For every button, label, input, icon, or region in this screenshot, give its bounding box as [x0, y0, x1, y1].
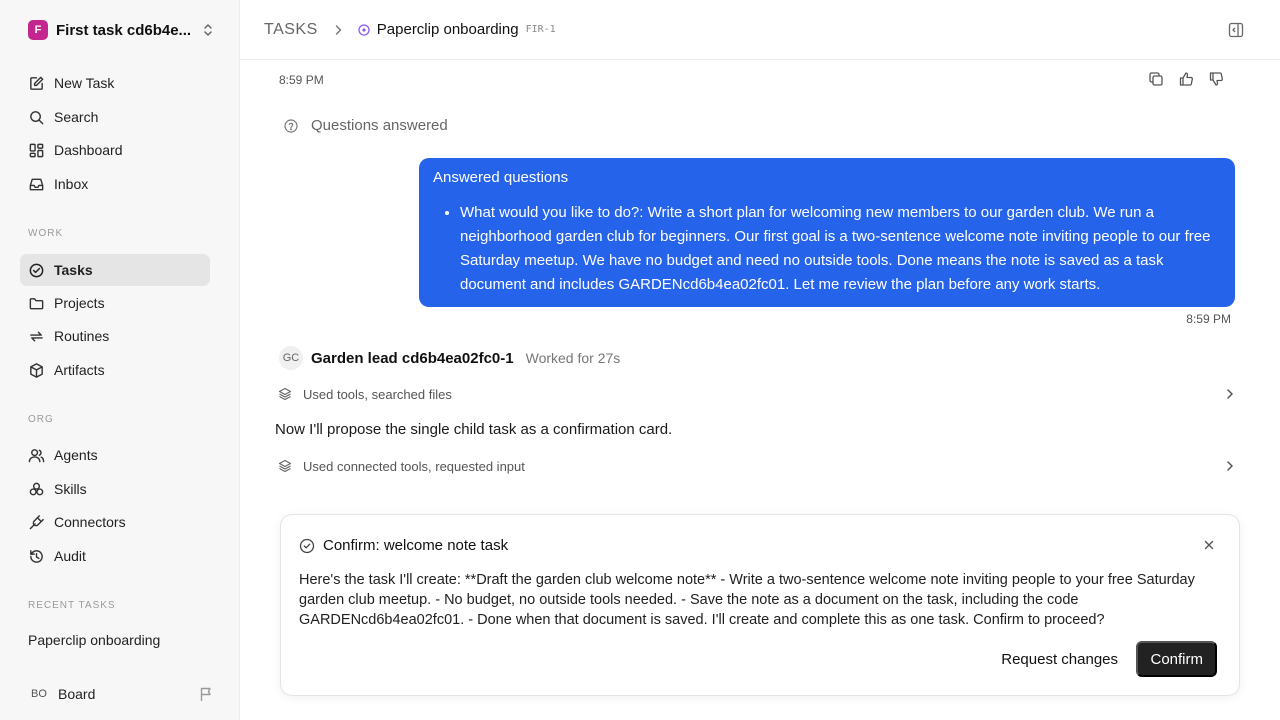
check-circle-icon	[299, 538, 315, 553]
nav-label: Routines	[54, 328, 110, 344]
agent-message: Now I'll propose the single child task a…	[275, 421, 673, 438]
confirmation-card: Confirm: welcome note task Here's the ta…	[280, 514, 1240, 696]
section-label-recent: RECENT TASKS	[28, 600, 116, 611]
check-circle-icon	[29, 263, 44, 277]
nav-label: Tasks	[54, 262, 93, 278]
confirm-button[interactable]: Confirm	[1136, 641, 1217, 677]
workspace-name: First task cd6b4e...	[56, 21, 192, 39]
dashboard-icon	[29, 143, 44, 157]
breadcrumb-tasks[interactable]: TASKS	[264, 21, 318, 39]
tool-usage-row[interactable]: Used connected tools, requested input	[278, 456, 1235, 476]
nav-new-task[interactable]: New Task	[20, 67, 210, 99]
agent-name: Garden lead cd6b4ea02fc0-1	[311, 349, 514, 367]
search-icon	[30, 110, 44, 124]
skills-icon	[29, 482, 44, 495]
workspace-switcher[interactable]: F First task cd6b4e...	[28, 20, 214, 40]
flag-icon[interactable]	[198, 686, 214, 702]
board-profile[interactable]: BO Board	[28, 683, 214, 705]
card-body: Here's the task I'll create: **Draft the…	[299, 572, 1195, 628]
folder-icon	[29, 297, 44, 309]
edit-icon	[30, 76, 44, 90]
layers-icon	[278, 387, 292, 401]
repeat-icon	[30, 331, 43, 341]
sidebar: F First task cd6b4e... New Task Search D…	[0, 0, 240, 720]
tool-usage-label: Used connected tools, requested input	[303, 458, 525, 474]
nav-label: New Task	[54, 75, 115, 91]
bubble-timestamp: 8:59 PM	[1186, 312, 1231, 326]
bubble-title: Answered questions	[433, 169, 569, 186]
nav-label: Audit	[54, 548, 86, 564]
agent-avatar: GC	[279, 346, 303, 370]
nav-connectors[interactable]: Connectors	[20, 506, 210, 538]
questions-answered-label: Questions answered	[311, 117, 448, 134]
nav-label: Search	[54, 109, 99, 125]
card-header: Confirm: welcome note task	[299, 537, 508, 554]
tool-usage-row[interactable]: Used tools, searched files	[278, 384, 1235, 404]
copy-icon[interactable]	[1148, 71, 1164, 87]
chevron-right-icon	[335, 24, 342, 35]
nav-label: Artifacts	[54, 362, 105, 378]
panel-toggle-icon[interactable]	[1228, 22, 1244, 38]
workspace-logo: F	[28, 20, 48, 40]
nav-label: Agents	[54, 447, 98, 463]
nav-search[interactable]: Search	[20, 101, 210, 133]
message-timestamp: 8:59 PM	[279, 73, 324, 87]
nav-agents[interactable]: Agents	[20, 439, 210, 471]
nav-tasks[interactable]: Tasks	[20, 254, 210, 286]
nav-label: Skills	[54, 481, 87, 497]
section-label-work: WORK	[28, 228, 64, 239]
nav-artifacts[interactable]: Artifacts	[20, 354, 210, 386]
nav-label: Dashboard	[54, 142, 123, 158]
agent-duration: Worked for 27s	[525, 350, 621, 366]
board-label: Board	[58, 686, 96, 702]
chevron-updown-icon	[204, 24, 212, 36]
close-icon[interactable]	[1203, 539, 1215, 551]
card-title: Confirm: welcome note task	[323, 537, 509, 554]
nav-dashboard[interactable]: Dashboard	[20, 134, 210, 166]
users-icon	[28, 448, 45, 462]
breadcrumb-task-title: Paperclip onboarding	[376, 21, 519, 38]
question-circle-icon	[284, 118, 298, 133]
nav-audit[interactable]: Audit	[20, 540, 210, 572]
chevron-right-icon	[1227, 461, 1233, 471]
nav-skills[interactable]: Skills	[20, 473, 210, 505]
chevron-right-icon	[1227, 389, 1233, 399]
app-root: F First task cd6b4e... New Task Search D…	[0, 0, 1280, 720]
nav-label: Projects	[54, 295, 105, 311]
recent-task-item[interactable]: Paperclip onboarding	[28, 632, 160, 648]
nav-routines[interactable]: Routines	[20, 320, 210, 352]
nav-label: Connectors	[54, 514, 126, 530]
nav-label: Inbox	[54, 176, 89, 192]
answer-item: What would you like to do?: Write a shor…	[460, 201, 1221, 297]
box-icon	[30, 362, 43, 378]
user-message-bubble: Answered questions What would you like t…	[419, 158, 1235, 307]
avatar: BO	[31, 688, 47, 700]
status-in-progress-icon	[358, 23, 370, 36]
agent-header: GC Garden lead cd6b4ea02fc0-1 Worked for…	[279, 346, 620, 370]
tool-usage-label: Used tools, searched files	[303, 386, 452, 402]
layers-icon	[278, 459, 292, 473]
task-code: FIR-1	[525, 24, 556, 35]
section-label-org: ORG	[28, 414, 54, 425]
nav-projects[interactable]: Projects	[20, 287, 210, 319]
request-changes-button[interactable]: Request changes	[991, 641, 1128, 677]
thumbs-down-icon[interactable]	[1208, 71, 1224, 87]
questions-answered-row: Questions answered	[284, 117, 448, 134]
inbox-icon	[29, 178, 44, 190]
page-header: TASKS Paperclip onboarding FIR-1	[240, 0, 1280, 60]
plug-icon	[29, 514, 44, 529]
message-actions	[1148, 71, 1224, 87]
answer-list: What would you like to do?: Write a shor…	[433, 201, 1221, 297]
history-icon	[30, 549, 43, 563]
thumbs-up-icon[interactable]	[1178, 71, 1194, 87]
nav-inbox[interactable]: Inbox	[20, 168, 210, 200]
